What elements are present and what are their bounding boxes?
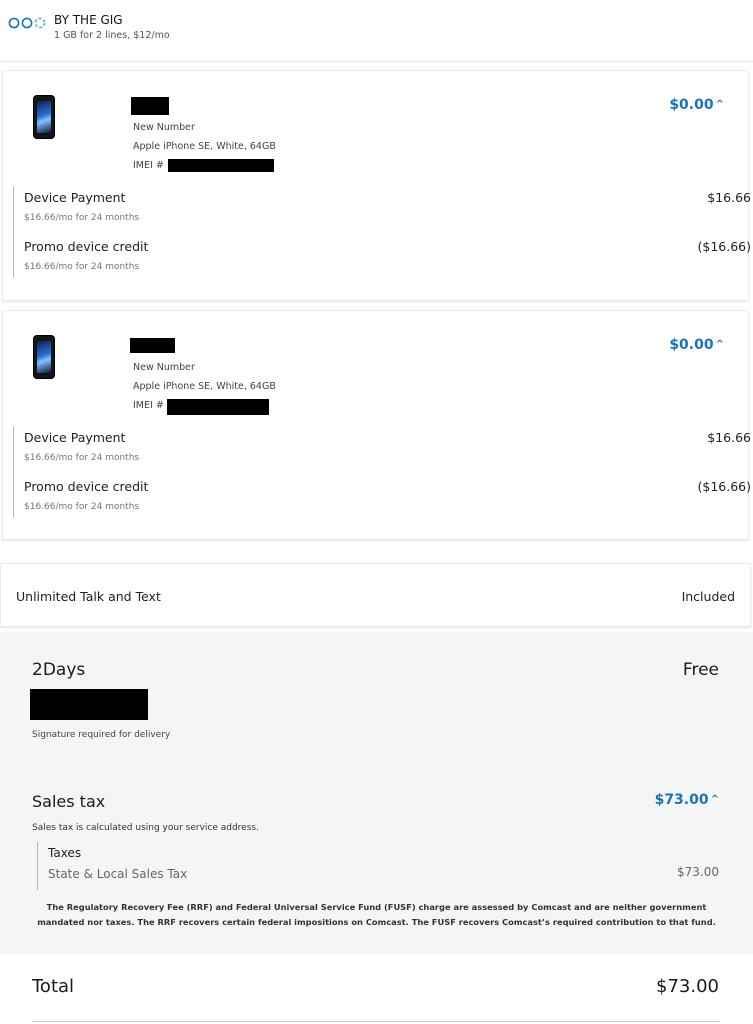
device-total: $0.00 [669, 97, 714, 113]
redacted-line-name [130, 338, 175, 353]
unlimited-value: Included [681, 589, 735, 604]
charge-sub: $16.66/mo for 24 months [24, 453, 140, 463]
redacted-imei [167, 399, 269, 415]
imei-label: IMEI # [133, 400, 164, 411]
charges-list: Device Payment $16.66/mo for 24 months $… [13, 427, 751, 517]
charge-amount: ($16.66) [697, 239, 752, 254]
sales-tax-toggle[interactable]: $73.00 ^ [655, 792, 719, 808]
device-model: Apple iPhone SE, White, 64GB [133, 141, 276, 152]
redacted-shipping-info [30, 689, 148, 720]
device-total-toggle[interactable]: $0.00 ^ [669, 337, 724, 353]
regulatory-fee-note: The Regulatory Recovery Fee (RRF) and Fe… [37, 902, 716, 927]
device-model: Apple iPhone SE, White, 64GB [133, 381, 276, 392]
unlimited-label: Unlimited Talk and Text [16, 589, 161, 604]
imei-label: IMEI # [133, 160, 164, 171]
iphone-image [33, 95, 55, 139]
chevron-up-icon: ^ [710, 794, 719, 805]
taxes-subtitle: State & Local Sales Tax [48, 867, 188, 881]
charge-label: Device Payment [24, 430, 126, 445]
charge-amount: ($16.66) [697, 479, 752, 494]
total-value: $73.00 [656, 976, 719, 997]
charge-sub: $16.66/mo for 24 months [24, 213, 140, 223]
total-label: Total [32, 976, 75, 997]
charge-sub: $16.66/mo for 24 months [24, 262, 140, 272]
device-card: New Number Apple iPhone SE, White, 64GB … [2, 310, 751, 540]
chevron-up-icon: ^ [715, 339, 724, 350]
charge-label: Promo device credit [24, 239, 149, 254]
shipping-note: Signature required for delivery [32, 730, 171, 740]
redacted-line-name [131, 97, 169, 115]
charge-label: Promo device credit [24, 479, 149, 494]
taxes-breakdown: Taxes State & Local Sales Tax $73.00 [37, 842, 727, 890]
three-circles-icon [8, 17, 46, 29]
order-summary: 2Days Free Signature required for delive… [0, 632, 753, 954]
sales-tax-total: $73.00 [654, 792, 709, 808]
device-total: $0.00 [669, 337, 714, 353]
line-status: New Number [133, 362, 195, 373]
taxes-title: Taxes [48, 846, 82, 860]
sales-tax-note: Sales tax is calculated using your servi… [32, 823, 259, 833]
charge-amount: $16.66 [707, 430, 751, 445]
taxes-amount: $73.00 [677, 865, 719, 879]
charges-list: Device Payment $16.66/mo for 24 months $… [13, 187, 751, 277]
plan-title: BY THE GIG [54, 13, 123, 27]
charge-amount: $16.66 [707, 190, 751, 205]
plan-header: BY THE GIG 1 GB for 2 lines, $12/mo [0, 0, 753, 62]
sales-tax-title: Sales tax [32, 792, 106, 811]
line-status: New Number [133, 122, 195, 133]
charge-label: Device Payment [24, 190, 126, 205]
device-card: New Number Apple iPhone SE, White, 64GB … [2, 70, 751, 301]
iphone-image [33, 335, 55, 379]
shipping-method: 2Days [32, 660, 86, 680]
redacted-imei [168, 159, 274, 172]
chevron-up-icon: ^ [715, 99, 724, 110]
plan-subtitle: 1 GB for 2 lines, $12/mo [54, 30, 170, 41]
unlimited-talk-text-row: Unlimited Talk and Text Included [0, 563, 751, 627]
total-divider [32, 1021, 720, 1022]
device-total-toggle[interactable]: $0.00 ^ [669, 97, 724, 113]
charge-sub: $16.66/mo for 24 months [24, 502, 140, 512]
shipping-cost: Free [682, 660, 719, 680]
